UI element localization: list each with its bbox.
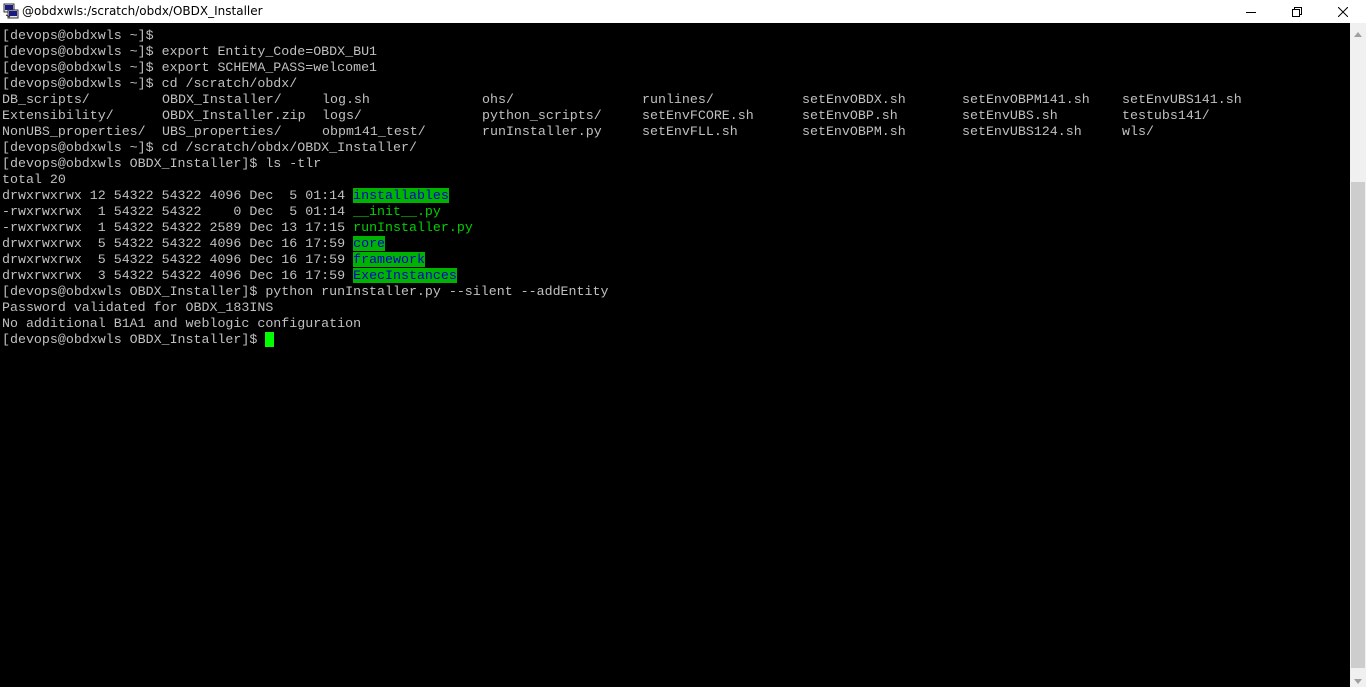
terminal-line: [devops@obdxwls OBDX_Installer]$ ls -tlr — [2, 156, 322, 171]
ls-entry: testubs141/ — [1122, 108, 1210, 123]
file-listing-row: drwxrwxrwx 5 54322 54322 4096 Dec 16 17:… — [2, 252, 425, 268]
terminal-line: [devops@obdxwls OBDX_Installer]$ python … — [2, 284, 609, 299]
ls-row: Extensibility/ OBDX_Installer.zip logs/ … — [2, 108, 1342, 124]
ls-entry: runlines/ — [642, 92, 714, 107]
file-meta: drwxrwxrwx 3 54322 54322 4096 Dec 16 17:… — [2, 268, 354, 283]
scroll-up-button[interactable] — [1350, 23, 1366, 40]
dir-name: framework — [353, 252, 425, 267]
ls-entry: setEnvOBPM.sh — [802, 124, 906, 139]
file-name: __init__.py — [353, 204, 441, 219]
scroll-down-button[interactable] — [1350, 670, 1366, 687]
ls-entry: wls/ — [1122, 124, 1154, 139]
file-meta: -rwxrwxrwx 1 54322 54322 2589 Dec 13 17:… — [2, 220, 354, 235]
file-listing-row: drwxrwxrwx 12 54322 54322 4096 Dec 5 01:… — [2, 188, 449, 204]
ls-entry: UBS_properties/ — [162, 124, 282, 139]
ls-entry: DB_scripts/ — [2, 92, 90, 107]
minimize-icon — [1246, 7, 1256, 17]
terminal-line: [devops@obdxwls ~]$ export SCHEMA_PASS=w… — [2, 60, 378, 75]
file-name: runInstaller.py — [353, 220, 473, 235]
file-meta: drwxrwxrwx 12 54322 54322 4096 Dec 5 01:… — [2, 188, 354, 203]
close-button[interactable] — [1320, 0, 1366, 23]
maximize-button[interactable] — [1274, 0, 1320, 23]
scroll-thumb[interactable] — [1351, 182, 1365, 668]
file-listing-row: -rwxrwxrwx 1 54322 54322 2589 Dec 13 17:… — [2, 220, 473, 236]
window-title: @obdxwls:/scratch/obdx/OBDX_Installer — [22, 4, 263, 18]
ls-entry: NonUBS_properties/ — [2, 124, 146, 139]
ls-entry: setEnvUBS.sh — [962, 108, 1058, 123]
terminal-line: [devops@obdxwls ~]$ cd /scratch/obdx/ — [2, 76, 298, 91]
ls-entry: setEnvUBS141.sh — [1122, 92, 1242, 107]
restore-icon — [1292, 6, 1302, 17]
ls-entry: setEnvOBPM141.sh — [962, 92, 1090, 107]
dir-name: ExecInstances — [353, 268, 457, 283]
putty-icon[interactable] — [3, 3, 19, 19]
ls-entry: Extensibility/ — [2, 108, 114, 123]
dir-name: core — [353, 236, 386, 251]
terminal-line: Password validated for OBDX_183INS — [2, 300, 274, 315]
ls-entry: setEnvOBDX.sh — [802, 92, 906, 107]
terminal-line: total 20 — [2, 172, 66, 187]
terminal-line: No additional B1A1 and weblogic configur… — [2, 316, 362, 331]
ls-entry: log.sh — [322, 92, 370, 107]
ls-entry: setEnvUBS124.sh — [962, 124, 1082, 139]
file-listing-row: drwxrwxrwx 3 54322 54322 4096 Dec 16 17:… — [2, 268, 457, 284]
ls-entry: python_scripts/ — [482, 108, 602, 123]
terminal-cursor — [265, 332, 274, 347]
ls-entry: OBDX_Installer/ — [162, 92, 282, 107]
close-icon — [1338, 6, 1348, 17]
ls-entry: OBDX_Installer.zip — [162, 108, 306, 123]
terminal-line: [devops@obdxwls ~]$ — [2, 28, 154, 43]
ls-row: NonUBS_properties/ UBS_properties/ obpm1… — [2, 124, 1342, 140]
ls-entry: setEnvFCORE.sh — [642, 108, 754, 123]
ls-entry: setEnvOBP.sh — [802, 108, 898, 123]
ls-entry: ohs/ — [482, 92, 514, 107]
terminal-screen[interactable]: [devops@obdxwls ~]$ [devops@obdxwls ~]$ … — [0, 23, 1350, 687]
dir-name: installables — [353, 188, 449, 203]
terminal-prompt: [devops@obdxwls OBDX_Installer]$ — [2, 332, 266, 347]
file-meta: drwxrwxrwx 5 54322 54322 4096 Dec 16 17:… — [2, 236, 354, 251]
vertical-scrollbar[interactable] — [1350, 23, 1366, 687]
file-meta: -rwxrwxrwx 1 54322 54322 0 Dec 5 01:14 — [2, 204, 354, 219]
window-titlebar[interactable]: @obdxwls:/scratch/obdx/OBDX_Installer — [0, 0, 1366, 23]
terminal-line: [devops@obdxwls ~]$ cd /scratch/obdx/OBD… — [2, 140, 417, 155]
ls-entry: obpm141_test/ — [322, 124, 426, 139]
scroll-up-arrow-icon — [1354, 22, 1362, 41]
file-meta: drwxrwxrwx 5 54322 54322 4096 Dec 16 17:… — [2, 252, 354, 267]
ls-row: DB_scripts/ OBDX_Installer/ log.sh ohs/ … — [2, 92, 1342, 108]
ls-entry: logs/ — [322, 108, 362, 123]
terminal-line: [devops@obdxwls ~]$ export Entity_Code=O… — [2, 44, 378, 59]
ls-entry: setEnvFLL.sh — [642, 124, 738, 139]
minimize-button[interactable] — [1228, 0, 1274, 23]
file-listing-row: -rwxrwxrwx 1 54322 54322 0 Dec 5 01:14 _… — [2, 204, 441, 220]
file-listing-row: drwxrwxrwx 5 54322 54322 4096 Dec 16 17:… — [2, 236, 386, 252]
ls-entry: runInstaller.py — [482, 124, 602, 139]
scroll-down-arrow-icon — [1354, 669, 1362, 688]
